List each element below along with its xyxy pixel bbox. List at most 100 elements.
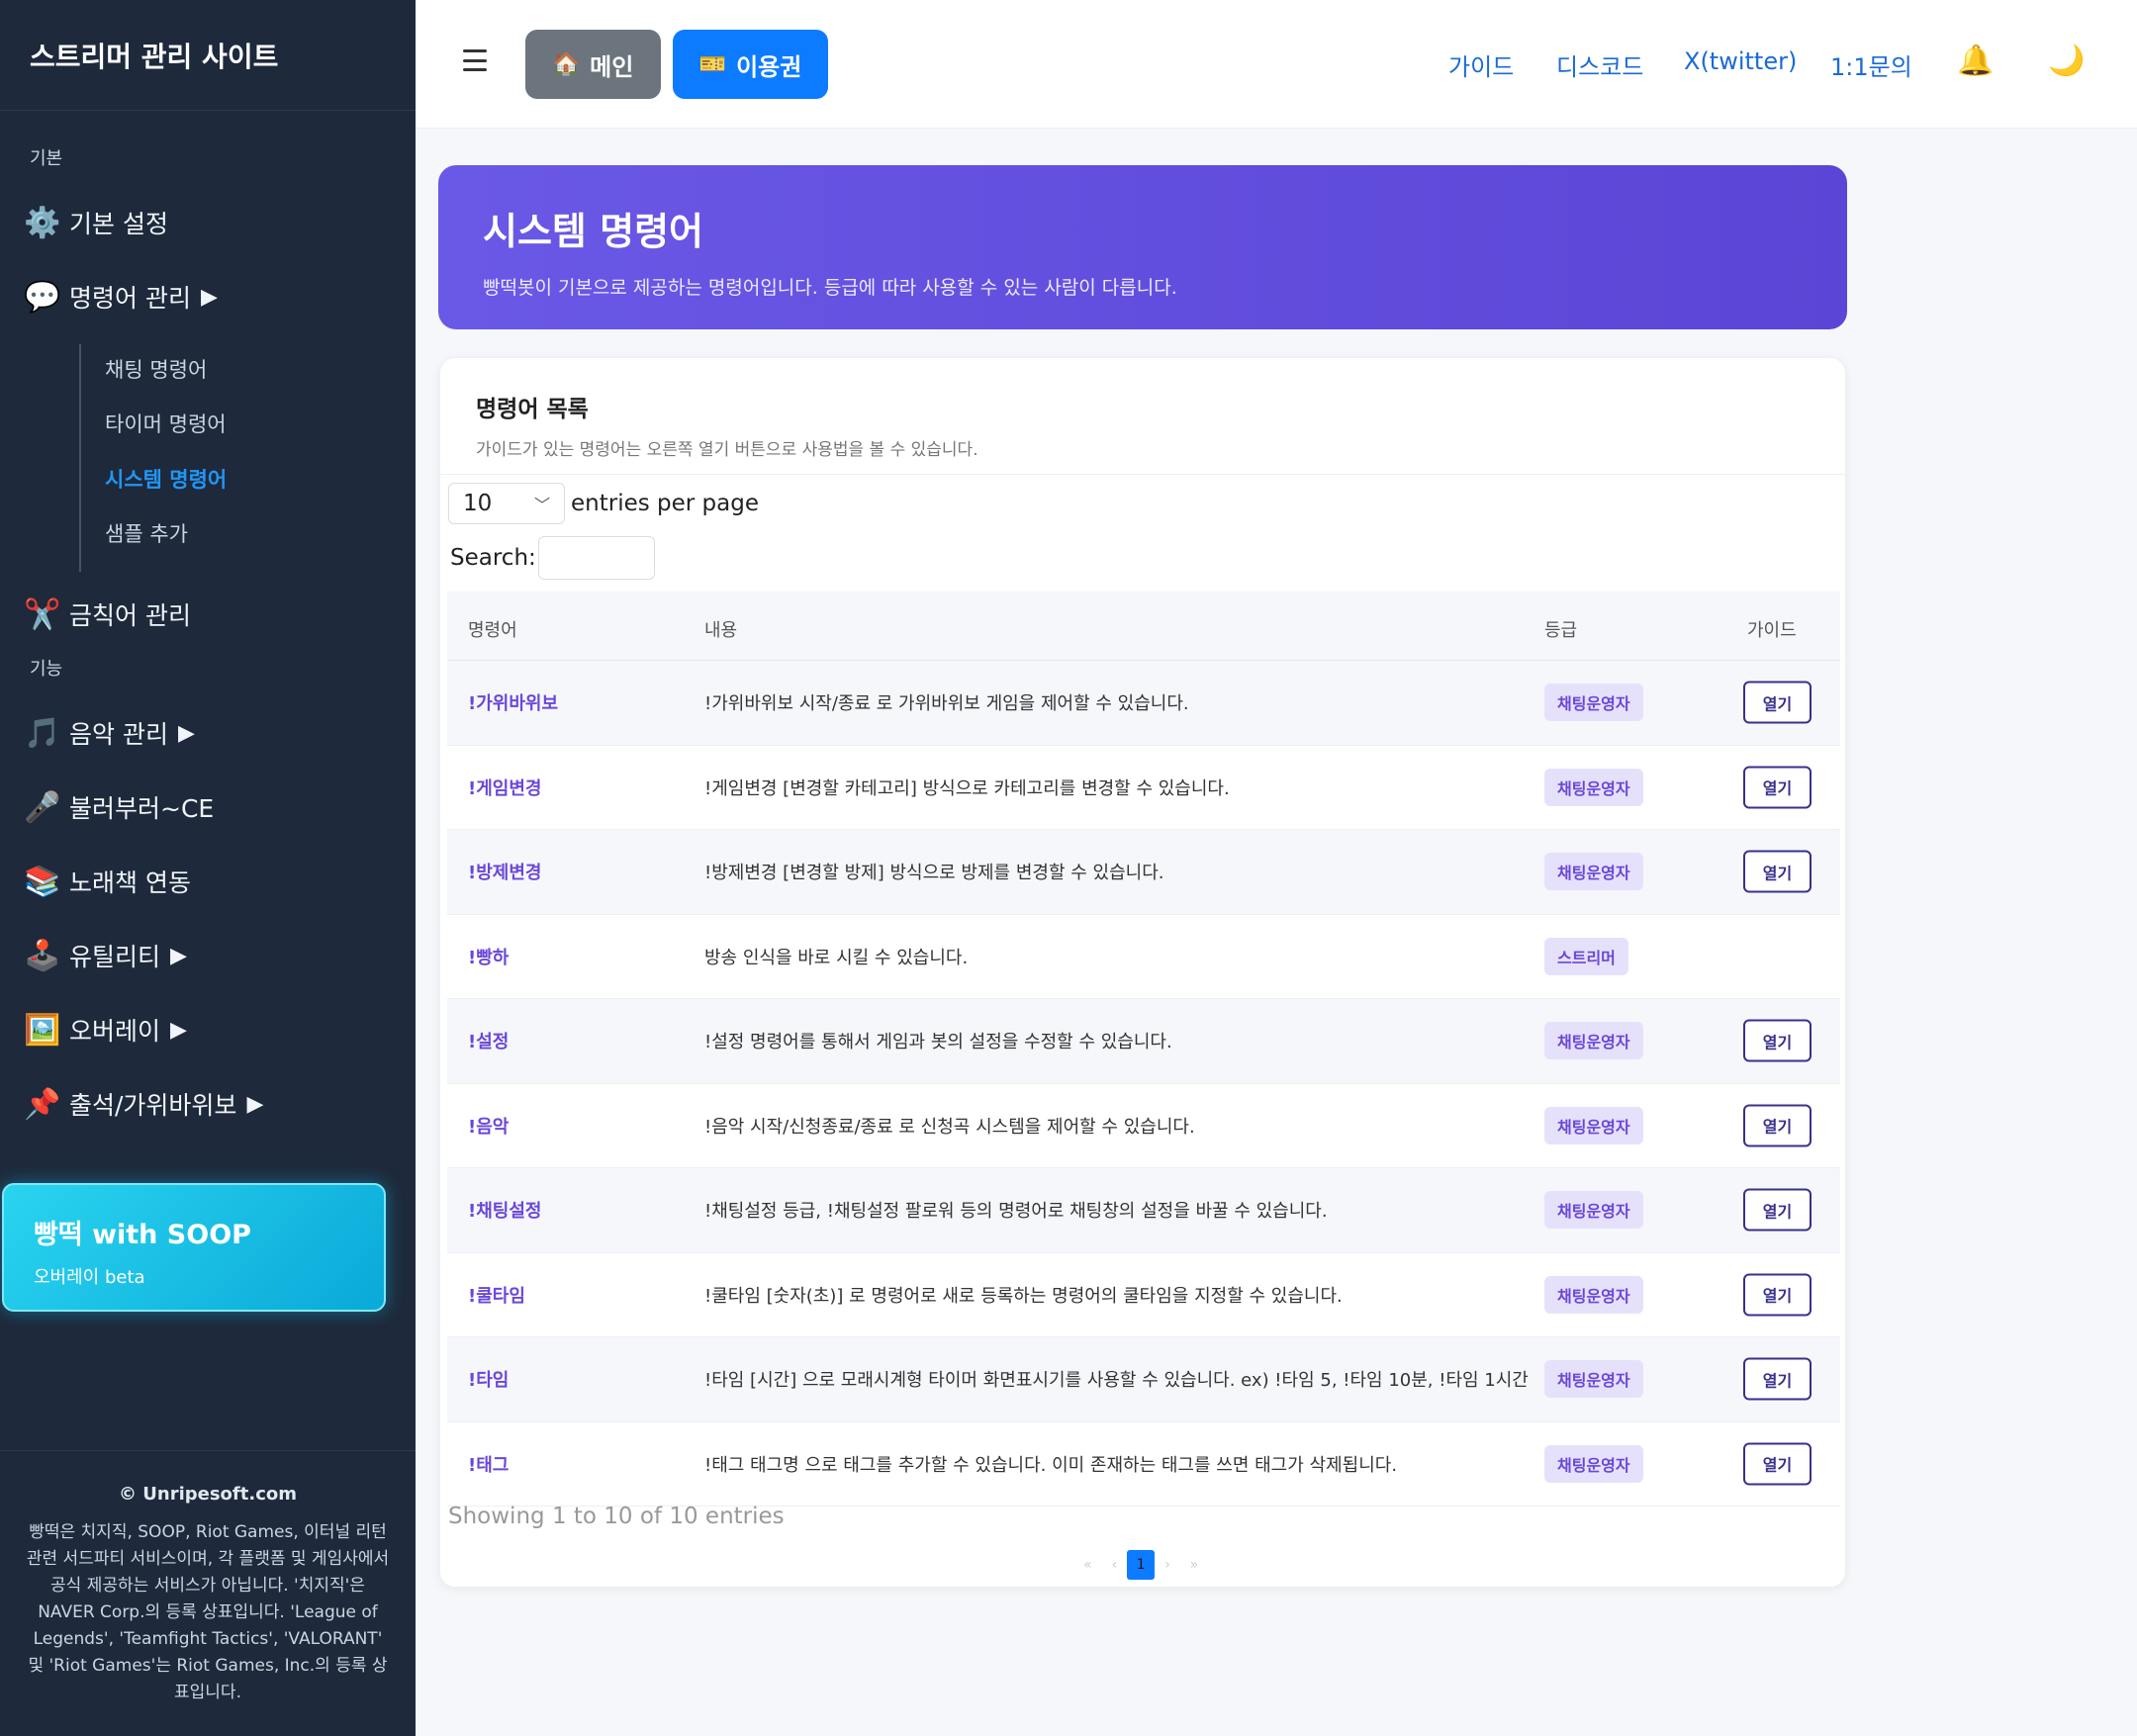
column-header-guide[interactable]: 가이드 xyxy=(1747,616,1797,642)
command-description: !쿨타임 [숫자(초)] 로 명령어로 새로 등록하는 명령어의 쿨타임을 지정… xyxy=(704,1285,1343,1307)
nav-music-management[interactable]: 🎵 음악 관리 ▶ xyxy=(24,714,195,752)
disclaimer: 빵떡은 치지직, SOOP, Riot Games, 이터널 리턴 관련 서드파… xyxy=(26,1522,390,1702)
command-name: !채팅설정 xyxy=(468,1201,542,1223)
expand-arrow-icon: ▶ xyxy=(200,284,218,310)
sidebar: 스트리머 관리 사이트 기본 ⚙️ 기본 설정 💬 명령어 관리 ▶ 채팅 명령… xyxy=(0,0,416,1736)
sub-item-system-commands[interactable]: 시스템 명령어 xyxy=(105,464,227,494)
command-table: 명령어 내용 등급 가이드 !가위바위보 !가위바위보 시작/종료 로 가위바위보… xyxy=(447,592,1840,1507)
pagination: « ‹ 1 › » xyxy=(1073,1550,1208,1580)
hamburger-menu-icon[interactable] xyxy=(463,49,487,71)
open-guide-button[interactable]: 열기 xyxy=(1743,1188,1812,1232)
grade-badge: 채팅운영자 xyxy=(1544,1275,1643,1314)
section-label-features: 기능 xyxy=(30,659,63,680)
command-submenu: 채팅 명령어 타이머 명령어 시스템 명령어 샘플 추가 xyxy=(79,344,376,572)
twitter-link[interactable]: X(twitter) xyxy=(1684,47,1797,75)
grade-badge: 스트리머 xyxy=(1544,937,1628,975)
nav-label: 기본 설정 xyxy=(69,210,168,238)
table-row: !채팅설정 !채팅설정 등급, !채팅설정 팔로워 등의 명령어로 채팅창의 설정… xyxy=(447,1168,1840,1253)
expand-arrow-icon: ▶ xyxy=(177,720,195,746)
nav-label: 음악 관리 xyxy=(69,720,168,749)
grade-badge: 채팅운영자 xyxy=(1544,1022,1643,1060)
soop-overlay-promo[interactable]: 빵떡 with SOOP 오버레이 beta xyxy=(2,1183,386,1312)
framed-picture-icon: 🖼️ xyxy=(24,1012,61,1048)
command-description: !음악 시작/신청종료/종료 로 신청곡 시스템을 제어할 수 있습니다. xyxy=(704,1116,1195,1138)
chevron-down-icon: ﹀ xyxy=(533,496,550,514)
microphone-icon: 🎤 xyxy=(24,789,61,825)
table-body: !가위바위보 !가위바위보 시작/종료 로 가위바위보 게임을 제어할 수 있습니… xyxy=(447,661,1840,1507)
nav-command-management[interactable]: 💬 명령어 관리 ▶ xyxy=(24,278,218,316)
open-guide-button[interactable]: 열기 xyxy=(1743,1442,1812,1486)
column-header-command[interactable]: 명령어 xyxy=(468,616,517,642)
next-page-button[interactable]: › xyxy=(1164,1557,1170,1573)
nav-basic-settings[interactable]: ⚙️ 기본 설정 xyxy=(24,204,168,241)
open-guide-button[interactable]: 열기 xyxy=(1743,1273,1812,1317)
promo-title: 빵떡 with SOOP xyxy=(34,1220,251,1250)
main-button[interactable]: 🏠 메인 xyxy=(525,30,661,99)
moon-icon[interactable]: 🌙 xyxy=(2048,44,2085,78)
command-description: !타임 [시간] 으로 모래시계형 타이머 화면표시기를 사용할 수 있습니다.… xyxy=(704,1370,1529,1392)
grade-badge: 채팅운영자 xyxy=(1544,684,1643,722)
last-page-button[interactable]: » xyxy=(1190,1557,1199,1573)
nav-singing[interactable]: 🎤 불러부러~CE xyxy=(24,788,214,826)
column-header-grade[interactable]: 등급 xyxy=(1544,616,1577,642)
grade-badge: 채팅운영자 xyxy=(1544,853,1643,891)
ticket-button-label: 이용권 xyxy=(736,52,802,81)
per-page-label: entries per page xyxy=(571,491,759,516)
ticket-button[interactable]: 🎫 이용권 xyxy=(673,30,828,99)
site-brand[interactable]: 스트리머 관리 사이트 xyxy=(0,0,416,111)
command-description: !방제변경 [변경할 방제] 방식으로 방제를 변경할 수 있습니다. xyxy=(704,863,1164,884)
house-icon: 🏠 xyxy=(552,51,581,77)
command-name: !빵하 xyxy=(468,947,510,968)
command-description: !채팅설정 등급, !채팅설정 팔로워 등의 명령어로 채팅창의 설정을 바꿀 … xyxy=(704,1201,1328,1223)
sub-item-chat-commands[interactable]: 채팅 명령어 xyxy=(105,354,207,384)
inquiry-link[interactable]: 1:1문의 xyxy=(1830,47,1912,82)
page-hero: 시스템 명령어 빵떡봇이 기본으로 제공하는 명령어입니다. 등급에 따라 사용… xyxy=(438,165,1847,329)
prev-page-button[interactable]: ‹ xyxy=(1112,1557,1118,1573)
discord-link[interactable]: 디스코드 xyxy=(1556,47,1643,82)
open-guide-button[interactable]: 열기 xyxy=(1743,1019,1812,1062)
command-name: !게임변경 xyxy=(468,777,542,799)
music-note-icon: 🎵 xyxy=(24,715,61,751)
nav-label: 노래책 연동 xyxy=(69,868,191,897)
per-page-select[interactable]: 10 ﹀ xyxy=(448,483,565,524)
open-guide-button[interactable]: 열기 xyxy=(1743,1104,1812,1147)
grade-badge: 채팅운영자 xyxy=(1544,1106,1643,1144)
card-subtitle: 가이드가 있는 명령어는 오른쪽 열기 버튼으로 사용법을 볼 수 있습니다. xyxy=(476,440,978,460)
joystick-icon: 🕹️ xyxy=(24,938,61,973)
nav-overlay[interactable]: 🖼️ 오버레이 ▶ xyxy=(24,1011,187,1049)
ticket-icon: 🎫 xyxy=(698,51,727,77)
section-label-basic: 기본 xyxy=(30,148,63,169)
open-guide-button[interactable]: 열기 xyxy=(1743,681,1812,724)
nav-utility[interactable]: 🕹️ 유틸리티 ▶ xyxy=(24,937,187,974)
nav-label: 불러부러~CE xyxy=(69,794,215,823)
guide-link[interactable]: 가이드 xyxy=(1448,47,1514,82)
search-input[interactable] xyxy=(537,536,655,580)
current-page-button[interactable]: 1 xyxy=(1127,1550,1156,1580)
nav-songbook[interactable]: 📚 노래책 연동 xyxy=(24,863,191,900)
table-row: !빵하 방송 인식을 바로 시킬 수 있습니다. 스트리머 xyxy=(447,915,1840,999)
sub-item-add-sample[interactable]: 샘플 추가 xyxy=(105,518,188,548)
command-name: !가위바위보 xyxy=(468,693,559,715)
open-guide-button[interactable]: 열기 xyxy=(1743,1357,1812,1401)
command-description: !가위바위보 시작/종료 로 가위바위보 게임을 제어할 수 있습니다. xyxy=(704,693,1189,715)
open-guide-button[interactable]: 열기 xyxy=(1743,850,1812,893)
command-name: !타임 xyxy=(468,1370,510,1392)
pushpin-icon: 📌 xyxy=(24,1086,61,1122)
table-row: !타임 !타임 [시간] 으로 모래시계형 타이머 화면표시기를 사용할 수 있습… xyxy=(447,1337,1840,1422)
nav-label: 오버레이 xyxy=(69,1017,161,1046)
table-row: !가위바위보 !가위바위보 시작/종료 로 가위바위보 게임을 제어할 수 있습니… xyxy=(447,661,1840,746)
sub-item-timer-commands[interactable]: 타이머 명령어 xyxy=(105,409,227,438)
column-header-content[interactable]: 내용 xyxy=(704,616,737,642)
table-row: !설정 !설정 명령어를 통해서 게임과 봇의 설정을 수정할 수 있습니다. 채팅… xyxy=(447,999,1840,1084)
first-page-button[interactable]: « xyxy=(1083,1557,1092,1573)
expand-arrow-icon: ▶ xyxy=(170,1017,187,1043)
grade-badge: 채팅운영자 xyxy=(1544,1360,1643,1399)
bell-icon[interactable]: 🔔 xyxy=(1957,44,1994,78)
open-guide-button[interactable]: 열기 xyxy=(1743,766,1812,809)
nav-attendance[interactable]: 📌 출석/가위바위보 ▶ xyxy=(24,1085,263,1123)
nav-label: 유틸리티 xyxy=(69,943,161,971)
command-name: !설정 xyxy=(468,1032,510,1053)
command-name: !쿨타임 xyxy=(468,1285,525,1307)
nav-banned-words[interactable]: ✂️ 금칙어 관리 xyxy=(24,595,191,633)
grade-badge: 채팅운영자 xyxy=(1544,1191,1643,1230)
